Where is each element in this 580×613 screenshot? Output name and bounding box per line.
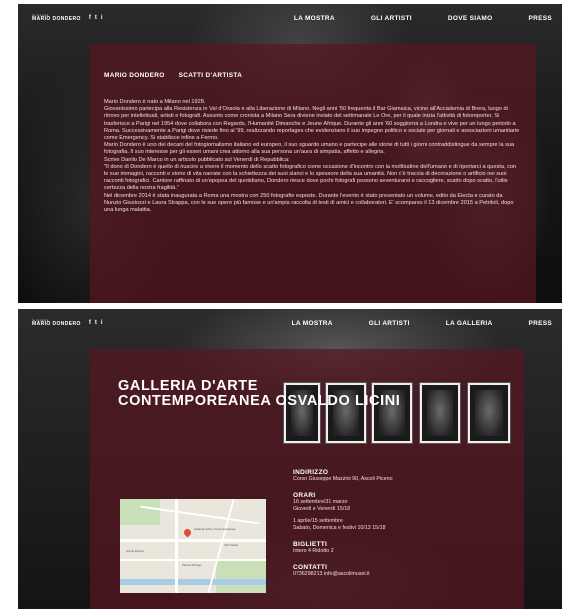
framed-photo — [468, 383, 510, 443]
section-tabs: MARIO DONDERO SCATTI D'ARTISTA — [104, 72, 520, 79]
framed-photo — [420, 383, 460, 443]
nav-press[interactable]: PRESS — [528, 320, 552, 327]
orari-heading: ORARI — [293, 492, 316, 499]
orari-period-1: 16 settembre/31 marzo — [293, 499, 348, 505]
contatti-heading: CONTATTI — [293, 564, 328, 571]
map-label: Ascoli Piceno — [126, 549, 145, 553]
contatti-value[interactable]: 0736298213 info@ascolimusei.it — [293, 571, 493, 578]
nav-dove-siamo[interactable]: DOVE SIAMO — [448, 15, 493, 22]
map-pin-label: Galleria d'Arte Contemporanea — [194, 527, 236, 531]
bio-paragraph: Giovanissimo partecipa alla Resistenza i… — [104, 106, 520, 142]
site-logo[interactable]: la mostra MARIO DONDERO — [32, 319, 81, 327]
gallery-info: INDIRIZZO Corso Giuseppe Mazzini 90, Asc… — [293, 469, 493, 578]
bio-paragraph: Nel dicembre 2014 è stata inaugurata a R… — [104, 192, 514, 214]
social-links: f t i — [89, 15, 103, 21]
bio-quote: "Il dono di Dondero è quello di riuscire… — [104, 163, 517, 192]
orari-period-2: 1 aprile/15 settembre — [293, 518, 343, 524]
logo-title: MARIO DONDERO — [32, 16, 81, 22]
nav-gli-artisti[interactable]: GLI ARTISTI — [369, 320, 410, 327]
tab-mario-dondero[interactable]: MARIO DONDERO — [104, 72, 165, 79]
biglietti-value: Intero 4 Ridotto 2 — [293, 548, 334, 554]
bio-paragraph: Mario Dondero è uno dei decani del fotog… — [104, 142, 515, 156]
map-pin-icon[interactable] — [182, 527, 193, 538]
title-line-2: CONTEMPOREANEA OSVALDO LICINI — [118, 393, 401, 409]
facebook-icon[interactable]: f — [89, 15, 91, 21]
screenshot-gallery-page: la mostra MARIO DONDERO f t i LA MOSTRA … — [18, 309, 562, 609]
nav-la-galleria[interactable]: LA GALLERIA — [446, 320, 493, 327]
instagram-icon[interactable]: i — [101, 15, 103, 21]
gallery-panel: GALLERIA D'ARTE CONTEMPOREANEA OSVALDO L… — [90, 349, 524, 609]
main-menu: LA MOSTRA GLI ARTISTI LA GALLERIA PRESS — [292, 320, 552, 327]
facebook-icon[interactable]: f — [89, 320, 91, 326]
top-navigation: la mostra MARIO DONDERO f t i LA MOSTRA … — [18, 4, 562, 32]
page-title: GALLERIA D'ARTE CONTEMPOREANEA OSVALDO L… — [118, 379, 400, 409]
nav-press[interactable]: PRESS — [528, 15, 552, 22]
orari-hours-1: Giovedì e Venerdì 15/18 — [293, 506, 351, 512]
logo-title: MARIO DONDERO — [32, 321, 81, 327]
orari-hours-2: Sabato, Domenica e festivi 10/13 15/18 — [293, 525, 386, 531]
screenshot-artist-page: la mostra MARIO DONDERO f t i LA MOSTRA … — [18, 4, 562, 303]
main-menu: LA MOSTRA GLI ARTISTI DOVE SIAMO PRESS — [294, 15, 552, 22]
nav-la-mostra[interactable]: LA MOSTRA — [294, 15, 335, 22]
instagram-icon[interactable]: i — [101, 320, 103, 326]
tab-scatti-d-artista[interactable]: SCATTI D'ARTISTA — [179, 72, 243, 79]
biglietti-heading: BIGLIETTI — [293, 541, 328, 548]
bio-paragraph: Mario Dondero è nato a Milano nel 1928. — [104, 99, 206, 105]
social-links: f t i — [89, 320, 103, 326]
nav-gli-artisti[interactable]: GLI ARTISTI — [371, 15, 412, 22]
title-line-1: GALLERIA D'ARTE — [118, 378, 258, 394]
top-navigation: la mostra MARIO DONDERO f t i LA MOSTRA … — [18, 309, 562, 337]
twitter-icon[interactable]: t — [95, 15, 97, 21]
bio-paragraph: Scrive Danilo De Marco in un articolo pu… — [104, 156, 290, 163]
indirizzo-value: Corso Giuseppe Mazzini 90, Ascoli Piceno — [293, 476, 393, 482]
indirizzo-heading: INDIRIZZO — [293, 469, 329, 476]
map-label: Via Trieste — [224, 543, 239, 547]
map-label: Piazza Arringo — [182, 563, 202, 567]
twitter-icon[interactable]: t — [95, 320, 97, 326]
biography-text: Mario Dondero è nato a Milano nel 1928. … — [104, 99, 520, 214]
biography-panel: MARIO DONDERO SCATTI D'ARTISTA Mario Don… — [90, 44, 536, 303]
nav-la-mostra[interactable]: LA MOSTRA — [292, 320, 333, 327]
location-map[interactable]: Galleria d'Arte Contemporanea Ascoli Pic… — [120, 499, 266, 593]
site-logo[interactable]: la mostra MARIO DONDERO — [32, 14, 81, 22]
